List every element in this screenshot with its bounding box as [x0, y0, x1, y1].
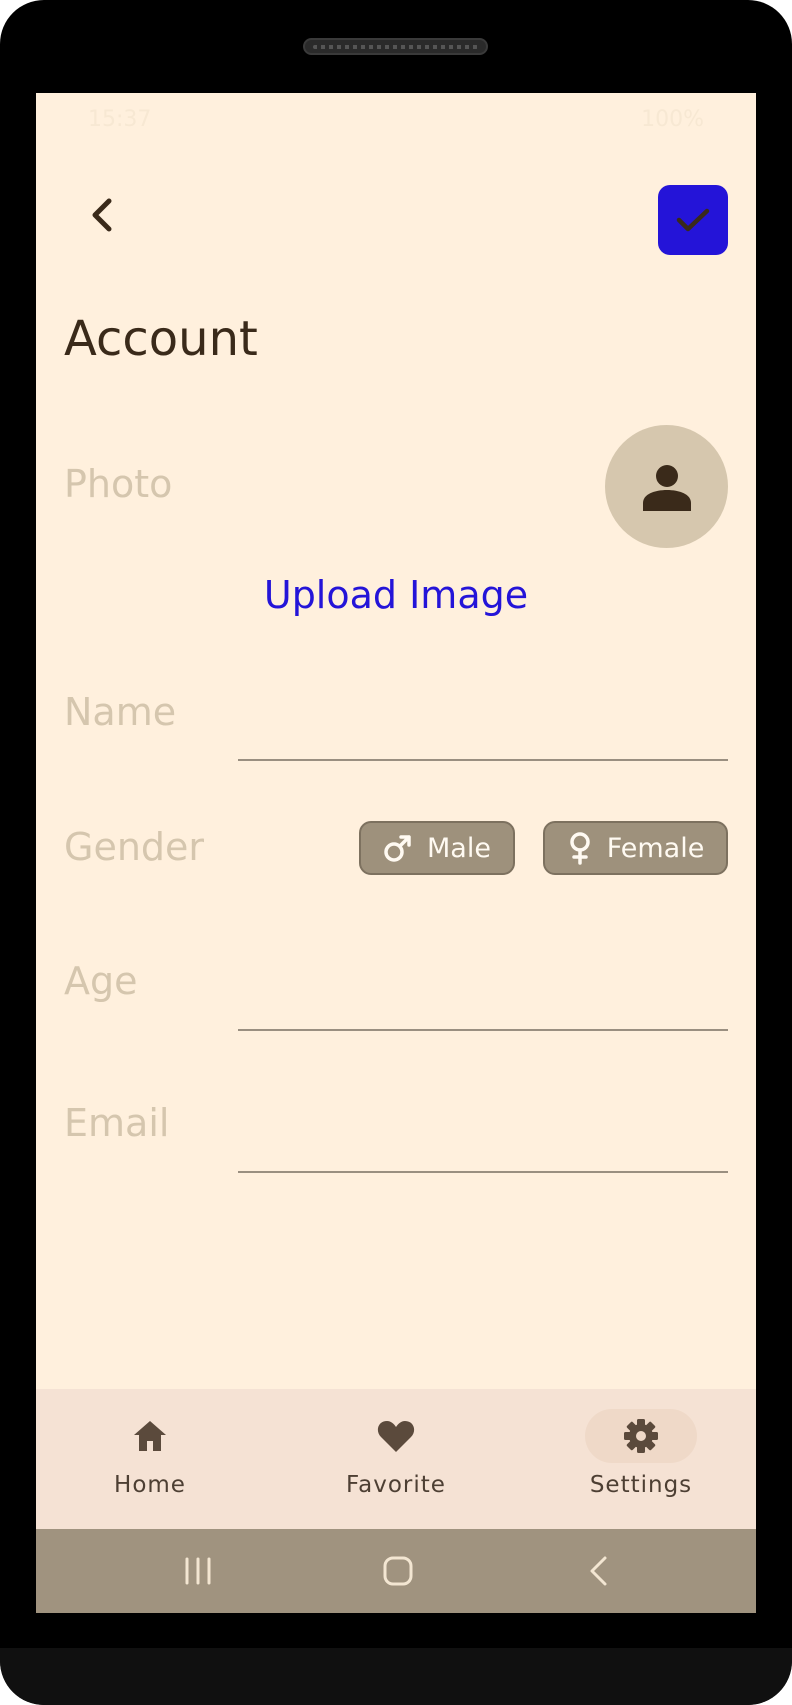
gender-female-button[interactable]: Female [543, 821, 728, 875]
page-title: Account [64, 311, 258, 367]
nav-item-home[interactable]: Home [60, 1389, 240, 1529]
gender-female-label: Female [606, 832, 705, 864]
nav-settings-icon-wrap [585, 1409, 697, 1463]
save-button[interactable] [658, 185, 728, 255]
email-field[interactable] [238, 1117, 728, 1173]
avatar[interactable] [605, 425, 728, 548]
recents-button[interactable] [170, 1543, 226, 1599]
age-label: Age [64, 959, 138, 1003]
home-circle-icon [383, 1556, 413, 1586]
nav-home-icon-wrap [94, 1409, 206, 1463]
bottom-navigation: Home Favorite Settings [36, 1389, 756, 1529]
nav-item-settings[interactable]: Settings [551, 1389, 731, 1529]
home-icon [134, 1421, 166, 1451]
phone-speaker [303, 38, 488, 55]
nav-label-home: Home [114, 1472, 186, 1498]
name-field[interactable] [238, 705, 728, 761]
recents-icon [185, 1557, 211, 1585]
status-time: 15:37 [88, 107, 152, 132]
upload-image-link[interactable]: Upload Image [36, 573, 756, 617]
system-home-button[interactable] [370, 1543, 426, 1599]
status-bar: 15:37 100% [36, 93, 756, 149]
nav-label-favorite: Favorite [346, 1472, 446, 1498]
male-icon [384, 835, 411, 862]
gear-icon [624, 1419, 658, 1453]
phone-frame: 15:37 100% Account Photo Upload Image Na… [0, 0, 792, 1705]
check-icon [676, 208, 710, 232]
status-battery: 100% [641, 107, 704, 132]
age-field[interactable] [238, 975, 728, 1031]
person-icon [642, 464, 691, 511]
chevron-left-icon [92, 198, 112, 232]
gender-male-button[interactable]: Male [359, 821, 515, 875]
name-label: Name [64, 690, 177, 734]
female-icon [569, 832, 590, 865]
phone-bottom-bezel [0, 1648, 792, 1705]
nav-item-favorite[interactable]: Favorite [306, 1389, 486, 1529]
email-label: Email [64, 1101, 170, 1145]
back-icon [590, 1556, 607, 1586]
gender-male-label: Male [427, 832, 491, 864]
heart-icon [377, 1421, 415, 1452]
gender-label: Gender [64, 825, 205, 869]
back-button[interactable] [78, 191, 126, 239]
photo-label: Photo [64, 462, 173, 506]
system-navigation-bar [36, 1529, 756, 1613]
system-back-button[interactable] [571, 1543, 627, 1599]
nav-favorite-icon-wrap [340, 1409, 452, 1463]
app-screen: 15:37 100% Account Photo Upload Image Na… [36, 93, 756, 1613]
nav-label-settings: Settings [589, 1472, 693, 1498]
